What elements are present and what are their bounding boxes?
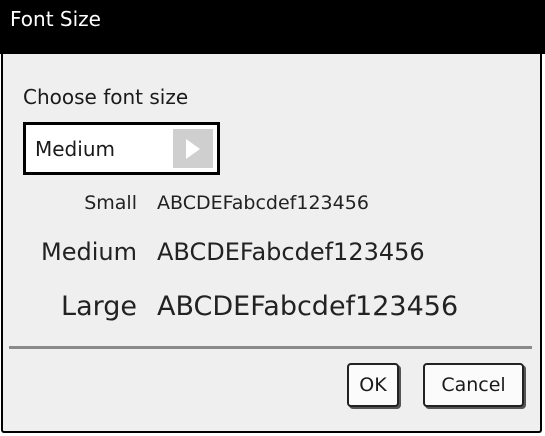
sample-row-small: Small ABCDEFabcdef123456	[0, 190, 545, 216]
cancel-button[interactable]: Cancel	[423, 363, 524, 407]
triangle-right-icon	[186, 139, 200, 159]
sample-text-large: ABCDEFabcdef123456	[157, 291, 459, 322]
sample-text-small: ABCDEFabcdef123456	[157, 192, 369, 214]
sample-row-medium: Medium ABCDEFabcdef123456	[0, 236, 545, 268]
sample-label-medium: Medium	[41, 238, 137, 266]
sample-row-large: Large ABCDEFabcdef123456	[0, 289, 545, 325]
selector-arrow-button[interactable]	[173, 129, 213, 168]
sample-label-small: Small	[84, 192, 137, 214]
sample-text-medium: ABCDEFabcdef123456	[157, 238, 425, 266]
sample-label-large: Large	[61, 291, 137, 322]
font-size-selector-value: Medium	[35, 137, 115, 161]
dialog-title: Font Size	[10, 7, 101, 31]
ok-button[interactable]: OK	[347, 363, 399, 407]
font-size-selector[interactable]: Medium	[23, 122, 220, 175]
choose-font-size-label: Choose font size	[23, 85, 189, 109]
dialog-titlebar: Font Size	[0, 0, 545, 54]
divider	[9, 346, 532, 349]
